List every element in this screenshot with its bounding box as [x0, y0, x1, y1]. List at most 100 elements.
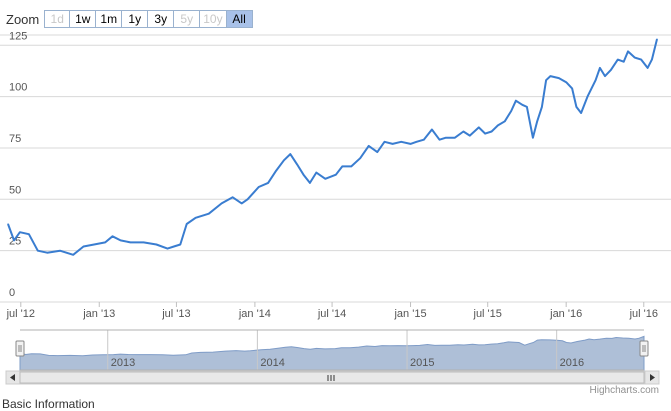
data-point	[431, 128, 433, 131]
navigator-label: 2015	[410, 357, 434, 369]
section-heading: Basic Information	[2, 397, 95, 411]
data-point	[594, 79, 597, 81]
scrollbar[interactable]	[5, 370, 660, 385]
navigator-handle-left[interactable]	[15, 340, 25, 357]
data-point	[521, 104, 523, 106]
x-tick-label: jul '15	[473, 308, 502, 320]
y-tick-label: 100	[9, 82, 27, 94]
data-point	[309, 182, 311, 184]
data-point	[617, 59, 619, 61]
data-point	[541, 106, 543, 108]
data-point	[415, 141, 418, 143]
data-point	[275, 169, 277, 172]
navigator-handle-right[interactable]	[639, 340, 649, 357]
data-point	[37, 250, 39, 252]
data-point	[111, 235, 114, 237]
data-point	[186, 223, 188, 225]
data-point	[484, 132, 486, 135]
data-point	[497, 124, 499, 126]
data-point	[129, 241, 131, 244]
data-point	[536, 120, 538, 122]
data-point	[7, 223, 9, 225]
x-axis-labels: jul '12 jan '13 jul '13 jan '14 jul '14 jan '…	[6, 302, 658, 320]
y-axis-labels: 0255075100125	[9, 30, 27, 299]
data-point	[283, 159, 285, 161]
data-point	[490, 130, 493, 133]
data-point	[478, 126, 480, 129]
data-point	[647, 67, 649, 69]
y-tick-label: 75	[9, 133, 21, 145]
data-point	[651, 59, 653, 61]
data-point	[289, 153, 291, 155]
grid-layer	[0, 34, 671, 303]
series-layer	[7, 38, 658, 256]
data-point	[599, 67, 601, 69]
data-point	[296, 163, 298, 165]
data-point	[28, 233, 30, 235]
data-point	[383, 141, 386, 143]
data-point	[532, 137, 534, 139]
data-point	[400, 141, 402, 143]
data-point	[558, 77, 560, 79]
data-point	[545, 79, 547, 81]
data-point	[72, 254, 74, 256]
navigator[interactable]: 2013 2014 2015 2016	[15, 328, 649, 371]
data-point	[549, 75, 551, 77]
data-point	[627, 50, 629, 53]
data-point	[515, 100, 517, 102]
scrollbar-thumb[interactable]	[19, 371, 645, 384]
data-point	[359, 157, 361, 159]
data-point	[350, 165, 352, 168]
x-tick-label: jul '13	[161, 308, 190, 320]
arrow-right-icon[interactable]	[644, 370, 660, 385]
data-point	[580, 112, 582, 114]
data-point	[438, 139, 441, 141]
y-tick-label: 50	[9, 184, 21, 196]
data-point	[59, 250, 61, 252]
data-point	[454, 137, 456, 139]
data-point	[208, 213, 210, 215]
data-point	[302, 174, 305, 176]
data-point	[341, 165, 343, 168]
data-point	[142, 241, 145, 244]
data-point	[82, 245, 85, 248]
navigator-label: 2014	[260, 357, 284, 369]
data-point	[392, 143, 394, 145]
data-point	[267, 182, 269, 184]
series-line	[7, 38, 658, 256]
data-point	[623, 61, 625, 63]
data-point	[173, 245, 175, 248]
navigator-label: 2013	[111, 357, 135, 369]
data-point	[368, 145, 370, 147]
data-point	[324, 178, 326, 180]
data-point	[315, 172, 317, 174]
navigator-label: 2016	[560, 357, 584, 369]
data-point	[656, 38, 658, 40]
data-point	[93, 243, 95, 246]
data-point	[46, 252, 48, 254]
data-point	[510, 110, 512, 112]
arrow-left-icon[interactable]	[5, 370, 21, 385]
data-point	[195, 217, 197, 219]
data-point	[409, 143, 412, 145]
y-tick-label: 125	[9, 30, 27, 42]
data-point	[155, 243, 157, 246]
data-point	[604, 75, 606, 77]
data-point	[565, 81, 567, 83]
highcharts-credit-link[interactable]: Highcharts.com	[590, 385, 659, 396]
data-point	[179, 243, 181, 246]
data-point	[504, 120, 506, 122]
data-point	[258, 186, 260, 188]
x-tick-label: jul '12	[6, 308, 35, 320]
y-tick-label: 0	[9, 287, 15, 299]
data-point	[376, 151, 378, 153]
data-point	[469, 135, 471, 137]
data-point	[247, 198, 249, 200]
data-point	[571, 87, 573, 89]
data-point	[445, 137, 447, 139]
data-point	[586, 96, 589, 98]
data-point	[232, 196, 234, 198]
data-point	[221, 202, 223, 205]
x-tick-label: jan '14	[238, 308, 271, 320]
data-point	[119, 239, 122, 241]
